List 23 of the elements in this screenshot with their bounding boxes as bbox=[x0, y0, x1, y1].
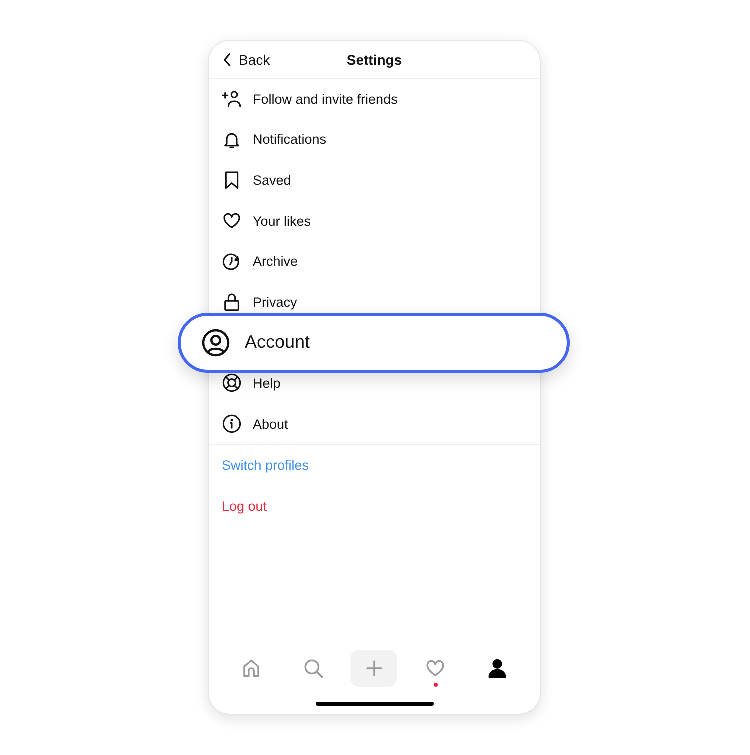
info-icon bbox=[222, 414, 242, 434]
lock-icon bbox=[222, 292, 242, 312]
heart-icon bbox=[425, 658, 446, 678]
screen-title: Settings bbox=[346, 52, 404, 68]
lifebuoy-icon bbox=[222, 373, 242, 394]
home-icon bbox=[241, 658, 262, 678]
search-icon bbox=[302, 658, 324, 678]
menu-item[interactable]: Account bbox=[178, 312, 570, 373]
person-circle-icon bbox=[201, 328, 231, 358]
plus-icon bbox=[364, 658, 385, 678]
clock-icon bbox=[222, 252, 242, 272]
back-button[interactable]: Back bbox=[209, 52, 270, 68]
back-chevron-icon bbox=[223, 52, 232, 66]
log-out-link[interactable]: Log out bbox=[222, 498, 268, 514]
menu-item[interactable]: Notifications bbox=[209, 120, 540, 160]
heart-icon bbox=[222, 211, 242, 232]
add-person-icon bbox=[222, 89, 242, 110]
menu-item[interactable]: About bbox=[209, 404, 540, 444]
menu-item[interactable]: Your likes bbox=[209, 200, 540, 242]
menu-item[interactable]: Follow and invite friends bbox=[209, 79, 540, 120]
menu-item[interactable]: Saved bbox=[209, 160, 540, 201]
person-icon bbox=[486, 658, 508, 678]
menu-item[interactable]: Archive bbox=[209, 241, 540, 282]
